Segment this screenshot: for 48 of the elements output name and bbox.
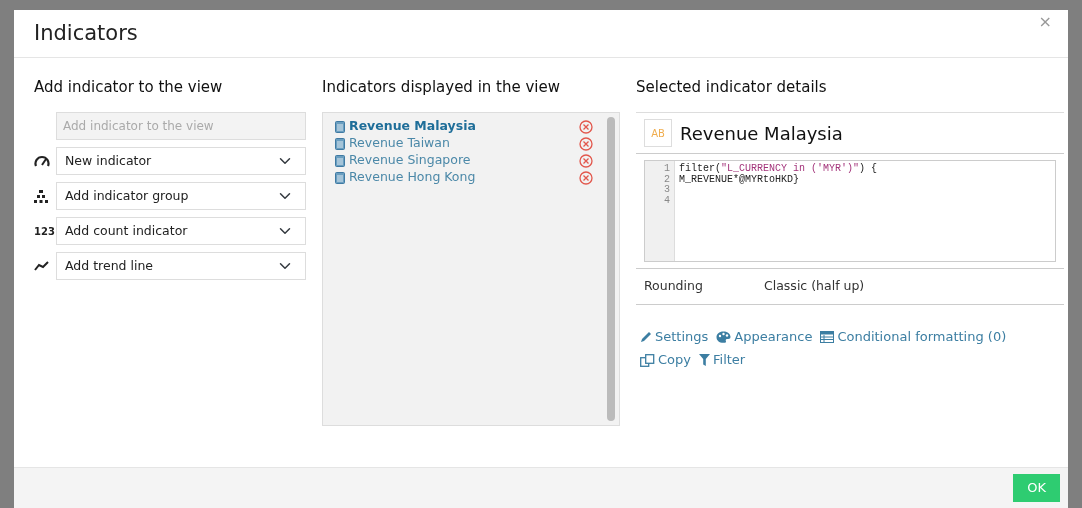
document-icon [335,154,345,167]
dropdown[interactable]: Add count indicator [56,217,306,245]
action-link[interactable]: Copy [640,350,691,370]
palette-icon [716,330,732,343]
remove-button[interactable] [579,170,593,185]
code-line: M_REVENUE*@MYRtoHKD} [679,174,801,185]
action-link[interactable]: Settings [640,326,709,347]
property-label: Rounding [644,277,704,295]
action-link[interactable]: Conditional formatting (0) [820,326,1007,347]
dialog-title: Indicators [34,20,138,47]
trend-line-icon [34,261,49,271]
code-line: filter("L_CURRENCY in ('MYR')") { [679,164,878,174]
panel-heading: Add indicator to the view [34,78,224,96]
line-number: 2 [663,174,670,185]
remove-button[interactable] [579,119,593,134]
remove-button[interactable] [579,136,593,151]
count-icon: 123 [34,223,55,239]
code-editor[interactable]: 1 2 3 4 filter("L_CURRENCY in ('MYR')") { M_REVENUE*@MYRtoHKD} [644,160,1056,262]
gauge-icon [34,155,50,167]
panel-heading: Indicators displayed in the view [322,78,561,96]
list-item[interactable]: Revenue Singapore [345,154,579,167]
action-link[interactable]: Appearance [716,326,813,347]
document-icon [335,137,345,150]
scrollbar[interactable] [607,117,615,421]
property-value: Classic (half up) [764,277,865,295]
line-number: 1 [663,164,670,175]
list-item[interactable]: Revenue Malaysia [345,120,579,133]
filter-icon [699,354,710,366]
dropdown[interactable]: Add trend line [56,252,306,280]
search-field[interactable]: Add indicator to the view [56,112,306,140]
remove-button[interactable] [579,153,593,168]
line-number: 3 [663,185,670,196]
dropdown[interactable]: New indicator [56,147,306,175]
line-number: 4 [663,195,670,206]
table-icon [820,330,835,343]
panel-heading: Selected indicator details [636,78,828,96]
list-item[interactable]: Revenue Hong Kong [345,171,579,184]
copy-icon [640,353,655,367]
hierarchy-icon [34,189,48,203]
indicator-name: Revenue Malaysia [680,121,843,146]
pencil-icon [640,330,652,343]
action-link[interactable]: Filter [699,350,746,370]
list-item[interactable]: Revenue Taiwan [345,137,579,150]
close-button[interactable]: × [1036,14,1054,30]
type-badge: AB [644,119,672,147]
document-icon [335,171,345,184]
dropdown[interactable]: Add indicator group [56,182,306,210]
document-icon [335,120,345,133]
